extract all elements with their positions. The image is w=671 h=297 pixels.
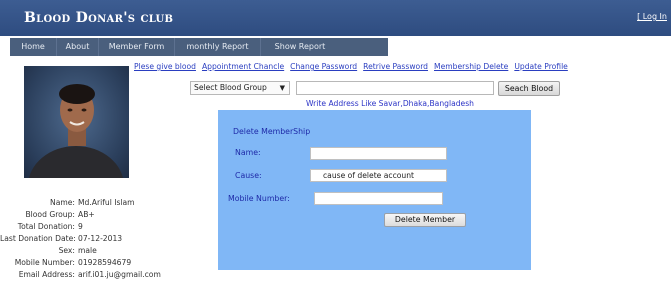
profile-row: Total Donation: 9	[0, 221, 210, 233]
profile-row: Last Donation Date: 07-12-2013	[0, 233, 210, 245]
profile-details: Name: Md.Ariful Islam Blood Group: AB+ T…	[0, 197, 210, 281]
profile-label: Mobile Number:	[14, 258, 75, 267]
profile-row: Email Address: arif.i01.ju@gmail.com	[0, 269, 210, 281]
link-plese-give-blood[interactable]: Plese give blood	[134, 62, 196, 71]
profile-photo	[24, 66, 129, 178]
link-update-profile[interactable]: Update Profile	[514, 62, 568, 71]
nav-monthly-report[interactable]: monthly Report	[175, 38, 261, 56]
mobile-number-field[interactable]	[314, 192, 443, 205]
delete-member-button[interactable]: Delete Member	[384, 213, 466, 227]
profile-label: Name:	[50, 198, 75, 207]
blood-group-select-value: Select Blood Group	[194, 83, 267, 92]
profile-label: Last Donation Date:	[0, 234, 76, 243]
address-search-input[interactable]	[296, 81, 494, 95]
mobile-label: Mobile Number:	[228, 194, 290, 203]
profile-row: Mobile Number: 01928594679	[0, 257, 210, 269]
profile-label: Sex:	[58, 246, 75, 255]
main-nav: Home About Member Form monthly Report Sh…	[10, 38, 388, 56]
profile-value: Md.Ariful Islam	[78, 198, 135, 207]
profile-value: 01928594679	[78, 258, 132, 267]
nav-show-report[interactable]: Show Report	[261, 38, 339, 56]
site-title: Blood Donar's club	[24, 10, 174, 26]
delete-membership-panel: Delete MemberShip Name: Cause: cause of …	[218, 110, 531, 270]
profile-photo-graphic	[28, 84, 124, 178]
chevron-down-icon: ▼	[279, 84, 285, 92]
link-membership-delete[interactable]: Membership Delete	[434, 62, 508, 71]
link-change-password[interactable]: Change Password	[290, 62, 357, 71]
nav-about[interactable]: About	[57, 38, 99, 56]
name-label: Name:	[235, 148, 261, 157]
top-links: Plese give blood Appointment Chancle Cha…	[134, 62, 568, 71]
profile-value: arif.i01.ju@gmail.com	[78, 270, 161, 279]
link-retrive-password[interactable]: Retrive Password	[363, 62, 428, 71]
profile-value: male	[78, 246, 97, 255]
profile-label: Blood Group:	[25, 210, 75, 219]
profile-value: 9	[78, 222, 83, 231]
profile-label: Total Donation:	[17, 222, 75, 231]
nav-member-form[interactable]: Member Form	[99, 38, 175, 56]
nav-home[interactable]: Home	[10, 38, 57, 56]
address-hint: Write Address Like Savar,Dhaka,Banglades…	[306, 99, 474, 108]
login-link[interactable]: [ Log In	[637, 12, 667, 21]
profile-value: AB+	[78, 210, 95, 219]
search-blood-button[interactable]: Seach Blood	[498, 81, 560, 96]
cause-field[interactable]: cause of delete account	[310, 169, 447, 182]
profile-label: Email Address:	[18, 270, 75, 279]
profile-row: Sex: male	[0, 245, 210, 257]
profile-value: 07-12-2013	[78, 234, 123, 243]
panel-title: Delete MemberShip	[233, 127, 311, 136]
blood-group-select[interactable]: Select Blood Group ▼	[190, 81, 290, 95]
cause-label: Cause:	[235, 171, 262, 180]
profile-row: Blood Group: AB+	[0, 209, 210, 221]
site-header: Blood Donar's club [ Log In	[0, 0, 671, 36]
name-field[interactable]	[310, 147, 447, 160]
link-appointment-chancle[interactable]: Appointment Chancle	[202, 62, 284, 71]
profile-row: Name: Md.Ariful Islam	[0, 197, 210, 209]
